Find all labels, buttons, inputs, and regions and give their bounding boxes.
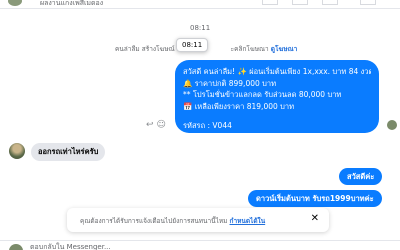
message-line: ** โปรโมชั่นข้าวแลกลด รับส่วนลด 80,000 บ… <box>183 90 342 99</box>
message-line: สวัสดี คนล่าลืม! ✨ ผ่อนเริ่มต้นเพียง 1x,… <box>183 67 371 76</box>
conversation-header: ผลงานแกงเพสีเมดอง <box>0 0 400 9</box>
header-action-icon[interactable] <box>292 0 308 5</box>
settings-link[interactable]: กำหนดได้ใน <box>230 217 266 225</box>
message-line: รหัสรถ : V044 <box>183 121 232 130</box>
user-avatar <box>9 244 23 250</box>
header-action-icon[interactable] <box>322 0 338 5</box>
outgoing-message-bubble[interactable]: สวัสดีค่ะ <box>339 168 383 185</box>
outgoing-message-bubble[interactable]: ดาวน์เริ่มต้นบาท รับรถ1999บาทค่ะ <box>248 190 382 207</box>
message-timestamp: 08:11 <box>190 24 211 32</box>
emoji-reaction-icon[interactable]: ☺ <box>157 120 166 130</box>
message-line: 📅 เหลือเพียงราคา 819,000 บาท <box>183 101 295 111</box>
incoming-message-bubble[interactable]: ออกรถเท่าไหร่ครับ <box>31 143 106 161</box>
contact-avatar[interactable] <box>8 0 22 6</box>
header-action-icon[interactable] <box>360 0 376 5</box>
composer: ตอบกลับใน Messenger... <box>0 240 400 250</box>
line-spacer <box>183 112 371 120</box>
message-actions: ↩ ☺ <box>146 120 169 130</box>
header-action-icon[interactable] <box>262 0 278 5</box>
notice-suffix: ะคลิกโฆษณา <box>230 45 269 53</box>
seen-avatar <box>387 120 397 130</box>
reply-input[interactable]: ตอบกลับใน Messenger... <box>30 242 111 250</box>
notification-banner: คุณต้องการได้รับการแจ้งเตือนไปยังการสนทน… <box>67 208 329 232</box>
close-icon[interactable]: ✕ <box>311 213 319 224</box>
sender-avatar[interactable] <box>9 143 25 159</box>
view-ad-link[interactable]: ดูโฆษณา <box>271 45 298 53</box>
outgoing-message-bubble[interactable]: สวัสดี คนล่าลืม! ✨ ผ่อนเริ่มต้นเพียง 1x,… <box>175 60 379 133</box>
time-tooltip: 08:11 <box>176 38 209 52</box>
message-line: 🔔 ราคาปกติ 899,000 บาท <box>183 78 277 88</box>
banner-text: คุณต้องการได้รับการแจ้งเตือนไปยังการสนทน… <box>80 217 228 225</box>
contact-name[interactable]: ผลงานแกงเพสีเมดอง <box>40 0 103 9</box>
reply-icon[interactable]: ↩ <box>146 120 154 130</box>
notice-prefix: คนล่าลืม สร้างโฆษณ์ <box>115 45 175 53</box>
banner-text-container: คุณต้องการได้รับการแจ้งเตือนไปยังการสนทน… <box>80 216 265 226</box>
